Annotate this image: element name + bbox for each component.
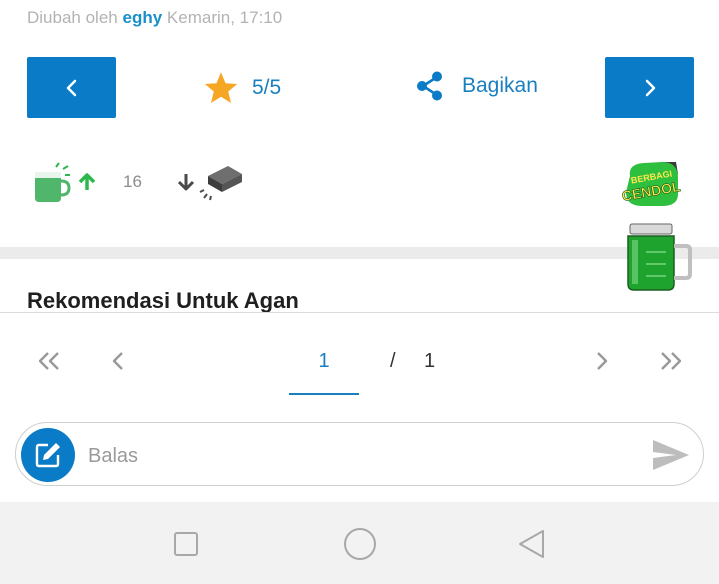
double-chevron-left-icon [38, 352, 59, 370]
bata-brick-down-icon [177, 166, 242, 201]
editor-username[interactable]: eghy [122, 8, 162, 27]
reply-input[interactable] [88, 440, 628, 472]
share-button[interactable]: Bagikan [415, 70, 538, 102]
cendol-cup-up-icon [35, 162, 96, 202]
current-page[interactable]: 1 [289, 350, 359, 373]
chevron-left-icon [66, 79, 76, 96]
previous-page-button[interactable] [106, 348, 130, 374]
edit-time: Kemarin, 17:10 [166, 8, 283, 27]
give-cendol-button[interactable] [32, 160, 102, 204]
chevron-right-icon [597, 352, 608, 370]
send-icon [653, 440, 689, 470]
total-pages: 1 [424, 350, 436, 372]
edit-prefix: Diubah oleh [27, 8, 118, 27]
cendol-count: 16 [123, 172, 142, 191]
first-page-button[interactable] [34, 348, 64, 374]
star-icon [204, 72, 238, 103]
berbagi-cendol-widget[interactable]: BERBAGI CENDOL [620, 160, 694, 294]
current-page-indicator [289, 393, 359, 395]
thread-rating[interactable]: 5/5 [203, 70, 281, 106]
last-page-button[interactable] [656, 348, 686, 374]
page-separator: / [390, 350, 396, 372]
give-bata-button[interactable] [176, 162, 244, 204]
rating-value: 5/5 [252, 76, 282, 99]
previous-thread-button[interactable] [27, 57, 116, 118]
edit-info: Diubah oleh eghy Kemarin, 17:10 [27, 8, 282, 28]
section-divider [0, 247, 719, 259]
edit-icon [35, 443, 60, 468]
next-page-button[interactable] [590, 348, 614, 374]
send-button[interactable] [650, 437, 692, 473]
next-thread-button[interactable] [605, 57, 694, 118]
chevron-left-icon [112, 352, 123, 370]
cendol-jar-icon: BERBAGI CENDOL [620, 162, 692, 291]
back-button[interactable] [516, 528, 548, 560]
compose-button[interactable] [21, 428, 75, 482]
home-button[interactable] [342, 526, 378, 562]
recommendation-heading: Rekomendasi Untuk Agan [27, 288, 299, 313]
share-icon [417, 71, 442, 101]
chevron-right-icon [645, 79, 655, 96]
square-icon [174, 532, 198, 556]
circle-icon [344, 528, 376, 560]
double-chevron-right-icon [661, 352, 682, 370]
recent-apps-button[interactable] [172, 530, 200, 558]
triangle-back-icon [519, 530, 544, 558]
share-label: Bagikan [462, 74, 538, 97]
